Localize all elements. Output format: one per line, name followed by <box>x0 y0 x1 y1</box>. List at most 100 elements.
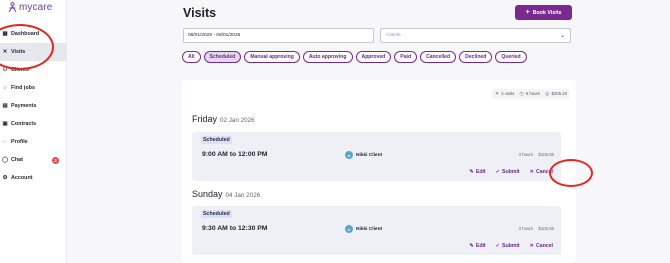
visits-summary: ✕ 2 visits ◷ 6 hours ◎ $205.20 <box>492 89 570 99</box>
close-icon: ✕ <box>529 169 534 175</box>
edit-button[interactable]: ✎ Edit <box>470 169 486 175</box>
sidebar-nav: ▦ Dashboard ✕ Visits ⚇ Clients ○ Find jo… <box>0 25 67 187</box>
sidebar-item-visits[interactable]: ✕ Visits <box>0 43 67 61</box>
sidebar-item-label: Visits <box>11 49 26 55</box>
gear-icon: ⚙ <box>2 175 8 181</box>
visit-hours: 3 hours <box>518 226 533 231</box>
book-visits-label: Book Visits <box>532 9 562 16</box>
search-icon: ○ <box>3 85 7 91</box>
sidebar-item-payments[interactable]: ▤ Payments <box>0 97 67 115</box>
sidebar-item-dashboard[interactable]: ▦ Dashboard <box>0 25 67 43</box>
client-name: Nikki Client <box>356 152 383 158</box>
status-badge: Scheduled <box>201 210 232 218</box>
clients-placeholder: Clients <box>386 33 401 38</box>
filter-queried[interactable]: Queried <box>495 51 527 63</box>
brand-name: mycare <box>19 2 53 13</box>
sidebar-item-label: Chat <box>11 157 23 163</box>
brand-logo[interactable]: mycare <box>8 2 52 13</box>
payments-icon: ▤ <box>2 103 8 109</box>
filter-all[interactable]: All <box>182 51 201 63</box>
check-icon: ✓ <box>495 243 501 249</box>
cancel-button[interactable]: ✕ Cancel <box>530 169 553 175</box>
sidebar-item-label: Clients <box>11 67 29 73</box>
filter-approved[interactable]: Approved <box>355 51 392 63</box>
submit-button[interactable]: ✓ Submit <box>496 169 520 175</box>
cancel-button[interactable]: ✕ Cancel <box>530 243 553 249</box>
clients-icon: ⚇ <box>2 67 8 73</box>
day-date: 04 Jan 2026 <box>225 192 261 199</box>
visits-list-panel: ✕ 2 visits ◷ 6 hours ◎ $205.20 Friday 02 Jan… <box>182 80 576 263</box>
sidebar-item-account[interactable]: ⚙ Account <box>0 169 67 187</box>
sidebar-item-label: Dashboard <box>11 31 40 37</box>
visit-amount: $102.60 <box>538 152 554 157</box>
money-icon: ◎ <box>545 91 550 97</box>
contracts-icon: ▣ <box>2 121 8 127</box>
visit-actions: ✎ Edit ✓ Submit ✕ Cancel <box>470 243 554 249</box>
page-title: Visits <box>183 6 217 20</box>
profile-icon: ◌ <box>3 139 7 145</box>
status-badge: Scheduled <box>201 136 232 144</box>
filter-auto-approving[interactable]: Auto approving <box>302 51 353 63</box>
clock-icon: ◷ <box>519 91 524 97</box>
logo-icon <box>8 2 17 13</box>
check-icon: ✓ <box>495 169 501 175</box>
visit-amount: $102.60 <box>538 226 554 231</box>
filter-scheduled[interactable]: Scheduled <box>203 51 242 63</box>
pencil-icon: ✎ <box>469 243 474 249</box>
sidebar-item-find-jobs[interactable]: ○ Find jobs <box>0 79 67 97</box>
sidebar-item-chat[interactable]: ◯ Chat 2 <box>0 151 67 169</box>
visit-card[interactable]: Scheduled 9:00 AM to 12:00 PM ● Nikki Cl… <box>192 132 561 181</box>
chat-unread-badge: 2 <box>52 156 59 164</box>
total-amount: $205.20 <box>551 91 567 96</box>
chevron-down-icon: ⌄ <box>559 33 565 39</box>
sidebar-item-clients[interactable]: ⚇ Clients <box>0 61 67 79</box>
clients-select[interactable]: Clients ⌄ <box>380 28 571 43</box>
day-heading: Friday 02 Jan 2026 <box>192 114 255 124</box>
filter-manual-approving[interactable]: Manual approving <box>244 51 300 63</box>
visit-hours: 3 hours <box>518 152 533 157</box>
edit-label: Edit <box>475 243 486 249</box>
cancel-label: Cancel <box>535 169 553 175</box>
submit-button[interactable]: ✓ Submit <box>496 243 520 249</box>
pencil-icon: ✎ <box>469 169 474 175</box>
avatar: ● <box>345 225 353 233</box>
sidebar-item-label: Payments <box>11 103 37 109</box>
client-name: Nikki Client <box>356 226 383 232</box>
visits-icon: ✕ <box>2 49 8 55</box>
book-visits-button[interactable]: + Book Visits <box>515 5 572 20</box>
close-icon: ✕ <box>529 243 534 249</box>
sidebar-item-label: Profile <box>11 139 28 145</box>
visits-count: 2 visits <box>501 91 515 96</box>
dashboard-icon: ▦ <box>2 31 8 37</box>
date-range-input[interactable]: 08/01/2025 - 08/01/2026 <box>183 28 374 43</box>
day-weekday: Friday <box>192 114 218 124</box>
submit-label: Submit <box>502 243 520 249</box>
sidebar: mycare ▦ Dashboard ✕ Visits ⚇ Clients ○ … <box>0 0 67 263</box>
sidebar-item-contracts[interactable]: ▣ Contracts <box>0 115 67 133</box>
visit-time: 9:30 AM to 12:30 PM <box>202 225 268 232</box>
day-date: 02 Jan 2026 <box>220 117 255 124</box>
edit-label: Edit <box>475 169 486 175</box>
day-weekday: Sunday <box>192 189 223 199</box>
filter-paid[interactable]: Paid <box>394 51 418 63</box>
sidebar-item-label: Contracts <box>11 121 37 127</box>
cancel-label: Cancel <box>535 243 553 249</box>
chat-icon: ◯ <box>1 157 9 163</box>
edit-button[interactable]: ✎ Edit <box>470 243 486 249</box>
visit-client[interactable]: ● Nikki Client <box>345 225 382 233</box>
filter-declined[interactable]: Declined <box>459 51 493 63</box>
visit-card[interactable]: Scheduled 9:30 AM to 12:30 PM ● Nikki Cl… <box>192 206 561 255</box>
sidebar-item-label: Find jobs <box>11 85 35 91</box>
avatar: ● <box>345 151 353 159</box>
plus-icon: + <box>525 9 530 16</box>
filter-cancelled[interactable]: Cancelled <box>420 51 457 63</box>
visit-client[interactable]: ● Nikki Client <box>345 151 382 159</box>
sidebar-item-profile[interactable]: ◌ Profile <box>0 133 67 151</box>
sidebar-item-label: Account <box>11 175 33 181</box>
status-filter-bar: All Scheduled Manual approving Auto appr… <box>182 51 527 63</box>
submit-label: Submit <box>502 169 520 175</box>
day-heading: Sunday 04 Jan 2026 <box>192 189 260 199</box>
visit-actions: ✎ Edit ✓ Submit ✕ Cancel <box>470 169 554 175</box>
total-hours: 6 hours <box>525 91 541 96</box>
visits-count-icon: ✕ <box>495 91 500 97</box>
